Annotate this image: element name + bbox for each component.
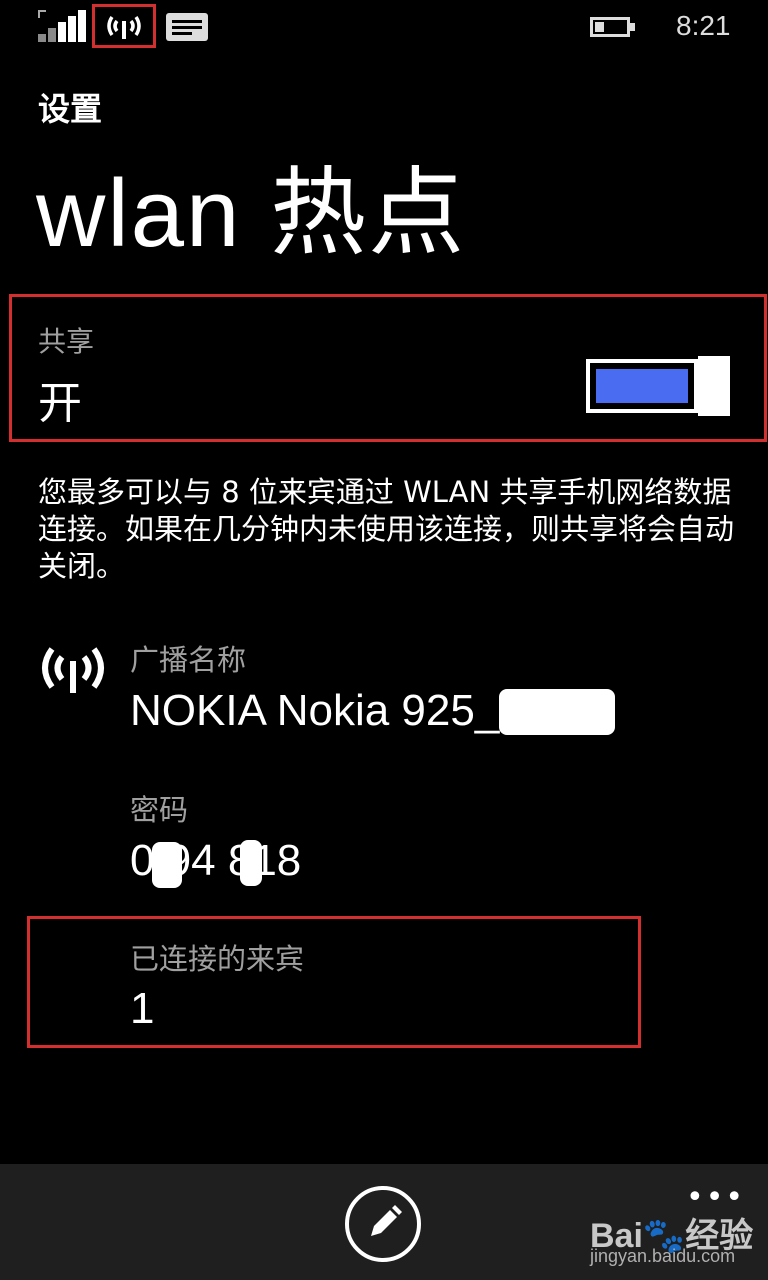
toggle-fill [596, 369, 688, 403]
signal-strength-icon [38, 10, 86, 42]
battery-tip [630, 23, 635, 31]
pencil-icon [371, 1205, 402, 1236]
watermark-url: jingyan.baidu.com [590, 1246, 736, 1266]
hotspot-description: 您最多可以与 8 位来宾通过 WLAN 共享手机网络数据连接。如果在几分钟内未使… [38, 475, 735, 583]
redaction-mask [240, 840, 262, 886]
message-icon [166, 13, 208, 41]
broadcast-name-text: NOKIA Nokia 925_ [130, 686, 500, 735]
sharing-toggle-switch[interactable] [586, 359, 698, 413]
sharing-state: 开 [38, 378, 82, 429]
clock: 8:21 [676, 10, 731, 41]
app-title: 设置 [38, 90, 103, 128]
battery-icon [590, 17, 630, 37]
redaction-mask [499, 689, 616, 735]
connected-guests-count: 1 [130, 984, 155, 1033]
hotspot-broadcast-icon [92, 4, 156, 48]
broadcast-name-label: 广播名称 [130, 643, 247, 677]
password-label: 密码 [130, 793, 189, 827]
broadcast-name-value[interactable]: NOKIA Nokia 925_ [130, 686, 616, 736]
wifi-broadcast-icon [38, 643, 108, 693]
toggle-thumb[interactable] [698, 356, 730, 416]
status-bar: 8:21 [0, 0, 768, 52]
sharing-label: 共享 [38, 325, 95, 358]
redaction-mask [152, 842, 182, 888]
connected-guests-row[interactable] [27, 916, 641, 1048]
connected-guests-label: 已连接的来宾 [130, 942, 305, 976]
edit-button[interactable] [345, 1186, 421, 1262]
page-title: wlan 热点 [36, 160, 467, 267]
